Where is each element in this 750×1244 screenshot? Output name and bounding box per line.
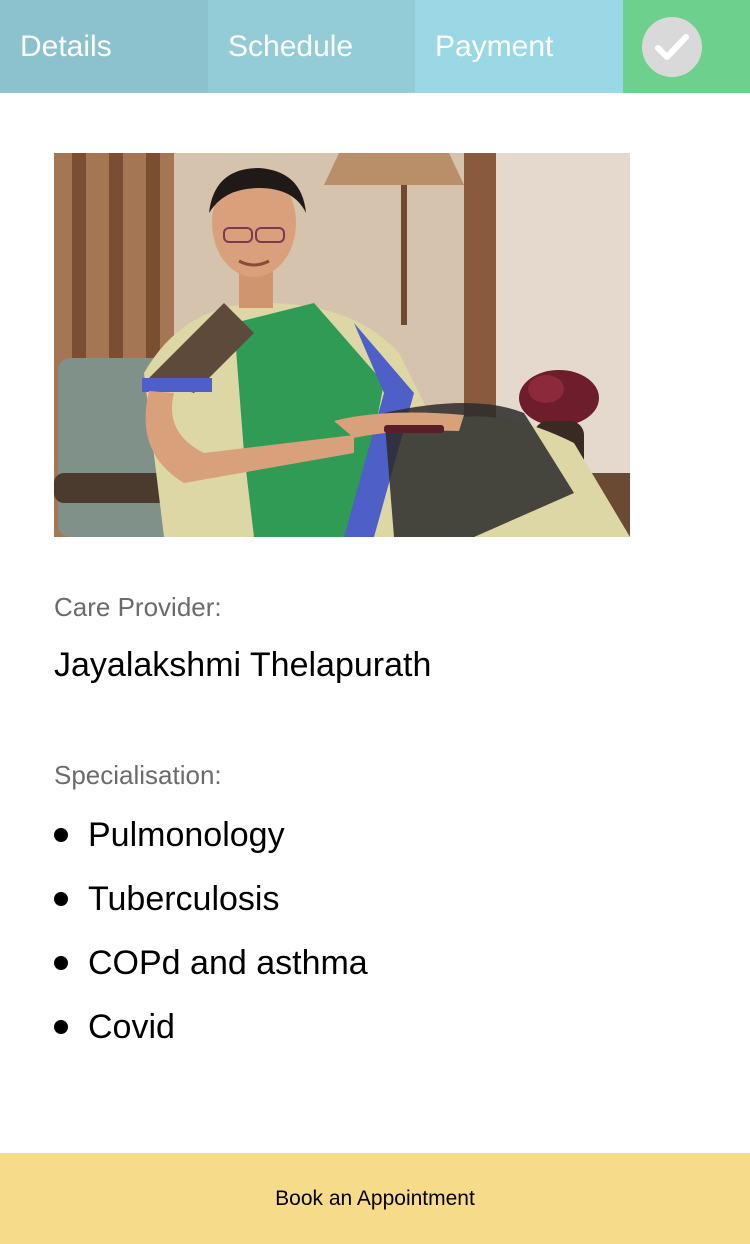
bullet-icon — [54, 892, 68, 906]
book-appointment-button[interactable]: Book an Appointment — [0, 1153, 750, 1244]
specialisation-item-text: COPd and asthma — [88, 944, 368, 982]
step-tabs: Details Schedule Payment — [0, 0, 750, 93]
tab-confirm[interactable] — [623, 0, 750, 93]
check-icon — [642, 16, 702, 77]
provider-name: Jayalakshmi Thelapurath — [54, 646, 432, 684]
specialisation-label: Specialisation: — [54, 760, 222, 790]
list-item: Pulmonology — [54, 812, 368, 876]
list-item: Covid — [54, 1004, 368, 1068]
tab-schedule-label: Schedule — [228, 29, 354, 63]
specialisation-item-text: Pulmonology — [88, 816, 285, 854]
tab-payment[interactable]: Payment — [415, 0, 623, 93]
tab-schedule[interactable]: Schedule — [208, 0, 415, 93]
bullet-icon — [54, 828, 68, 842]
bullet-icon — [54, 1020, 68, 1034]
care-provider-label: Care Provider: — [54, 592, 222, 622]
bullet-icon — [54, 956, 68, 970]
provider-photo — [54, 153, 630, 537]
specialisation-item-text: Covid — [88, 1008, 175, 1046]
app-screen: Details Schedule Payment Care Provider: … — [0, 0, 750, 1244]
specialisation-list: Pulmonology Tuberculosis COPd and asthma… — [54, 812, 368, 1068]
tab-payment-label: Payment — [435, 29, 554, 63]
tab-details[interactable]: Details — [0, 0, 208, 93]
tab-details-label: Details — [20, 29, 112, 63]
list-item: COPd and asthma — [54, 940, 368, 1004]
specialisation-item-text: Tuberculosis — [88, 880, 280, 918]
list-item: Tuberculosis — [54, 876, 368, 940]
